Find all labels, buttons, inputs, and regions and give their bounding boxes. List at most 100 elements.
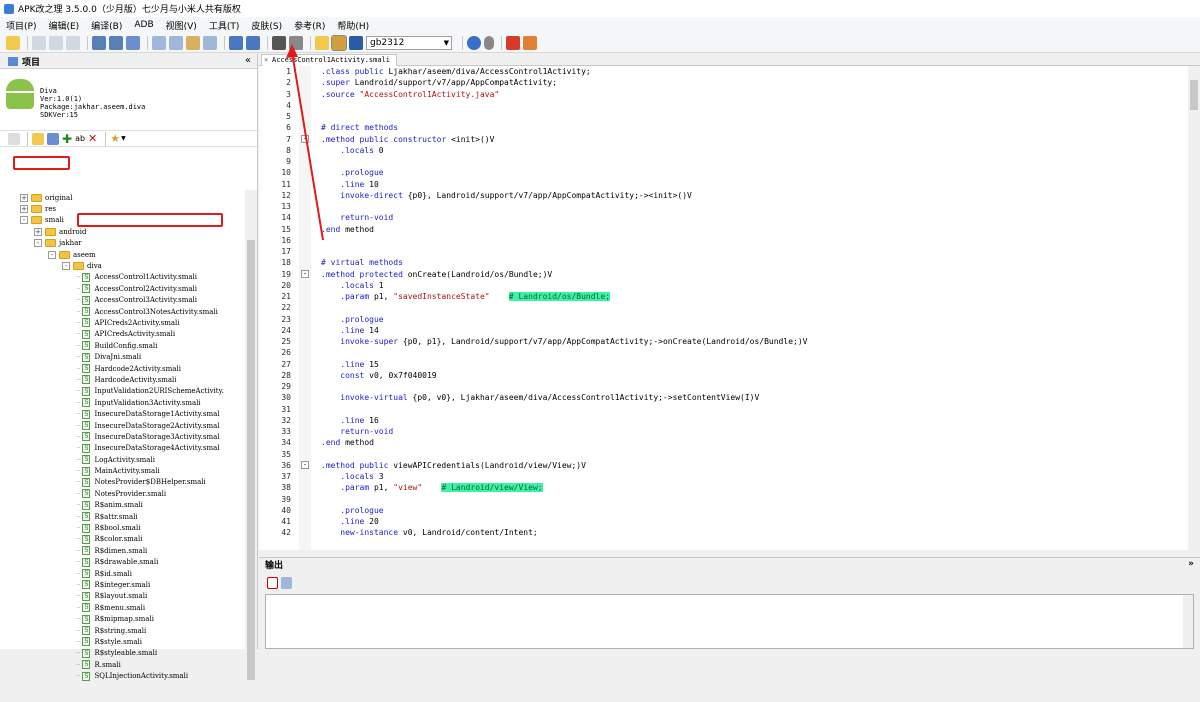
- select-all-icon[interactable]: [203, 35, 217, 50]
- code-line[interactable]: .method public viewAPICredentials(Landro…: [321, 460, 807, 471]
- redo-icon[interactable]: [246, 35, 260, 50]
- menu-item[interactable]: 项目(P): [6, 19, 36, 32]
- code-line[interactable]: const v0, 0x7f040019: [321, 370, 807, 381]
- tree-file[interactable]: ·· S HardcodeActivity.smali: [0, 374, 246, 385]
- tree-file[interactable]: ·· S APICredsActivity.smali: [0, 329, 246, 340]
- tree-file[interactable]: ·· S R$styleable.smali: [0, 648, 246, 659]
- tree-file[interactable]: ·· S DivaJni.smali: [0, 351, 246, 362]
- close-tab-icon[interactable]: ×: [264, 55, 268, 66]
- code-line[interactable]: .prologue: [321, 505, 807, 516]
- code-line[interactable]: .class public Ljakhar/aseem/diva/AccessC…: [321, 66, 807, 77]
- menu-item[interactable]: 皮肤(S): [251, 19, 282, 32]
- code-line[interactable]: [321, 381, 807, 392]
- menu-item[interactable]: 编译(B): [91, 19, 122, 32]
- chevron-down-icon[interactable]: ▼: [121, 135, 126, 142]
- expand-icon[interactable]: +: [34, 227, 42, 236]
- tree-file[interactable]: ·· S R$id.smali: [0, 568, 246, 579]
- find-icon[interactable]: [272, 35, 286, 50]
- code-line[interactable]: [321, 111, 807, 122]
- code-line[interactable]: .line 20: [321, 516, 807, 527]
- add-icon[interactable]: ✚: [62, 132, 72, 146]
- collapse-icon[interactable]: -: [48, 250, 56, 259]
- tree-file[interactable]: ·· S InsecureDataStorage1Activity.smal: [0, 408, 246, 419]
- menu-item[interactable]: 帮助(H): [337, 19, 369, 32]
- code-line[interactable]: .locals 0: [321, 145, 807, 156]
- collapse-output-icon[interactable]: »: [1188, 559, 1194, 569]
- fold-collapse-icon[interactable]: -: [301, 135, 309, 143]
- menu-item[interactable]: ADB: [134, 20, 153, 30]
- tree-file[interactable]: ·· S InputValidation3Activity.smali: [0, 397, 246, 408]
- code-line[interactable]: [321, 156, 807, 167]
- rename-icon[interactable]: ab: [75, 134, 85, 143]
- code-line[interactable]: [321, 201, 807, 212]
- open-folder-icon[interactable]: [6, 35, 20, 50]
- fold-margin[interactable]: - - -: [299, 66, 311, 550]
- code-line[interactable]: [321, 347, 807, 358]
- sign-icon[interactable]: [349, 35, 363, 50]
- cut-icon[interactable]: [169, 35, 183, 50]
- tab-access-control1[interactable]: × AccessControl1Activity.smali: [261, 54, 398, 66]
- tree-file[interactable]: ·· S R$string.smali: [0, 625, 246, 636]
- code-line[interactable]: invoke-virtual {p0, v0}, Ljakhar/aseem/d…: [321, 392, 807, 403]
- tree-file[interactable]: ·· S R$integer.smali: [0, 579, 246, 590]
- code-line[interactable]: .end method: [321, 224, 807, 235]
- code-line[interactable]: .line 14: [321, 325, 807, 336]
- help-icon[interactable]: [467, 35, 481, 50]
- expand-icon[interactable]: +: [20, 193, 28, 202]
- tree-file[interactable]: ·· S AccessControl2Activity.smali: [0, 283, 246, 294]
- code-line[interactable]: invoke-super {p0, p1}, Landroid/support/…: [321, 336, 807, 347]
- tree-file[interactable]: ·· S Hardcode2Activity.smali: [0, 363, 246, 374]
- tree-folder[interactable]: + original: [0, 192, 246, 203]
- new-project-icon[interactable]: [32, 35, 46, 50]
- undo-icon[interactable]: [229, 35, 243, 50]
- tree-file[interactable]: ·· S NotesProvider.smali: [0, 488, 246, 499]
- tree-file[interactable]: ·· S LogActivity.smali: [0, 454, 246, 465]
- code-line[interactable]: [321, 235, 807, 246]
- code-line[interactable]: .locals 3: [321, 471, 807, 482]
- code-line[interactable]: .locals 1: [321, 280, 807, 291]
- tree-file[interactable]: ·· S AccessControl3NotesActivity.smali: [0, 306, 246, 317]
- close-project-icon[interactable]: [49, 35, 63, 50]
- tree-file[interactable]: ·· S R$drawable.smali: [0, 557, 246, 568]
- code-line[interactable]: .line 15: [321, 359, 807, 370]
- tree-file[interactable]: ·· S R$anim.smali: [0, 500, 246, 511]
- tree-file[interactable]: ·· S InputValidation2URISchemeActivity.: [0, 386, 246, 397]
- code-line[interactable]: .method protected onCreate(Landroid/os/B…: [321, 269, 807, 280]
- weibo-icon[interactable]: [506, 35, 520, 50]
- save-icon[interactable]: [92, 35, 106, 50]
- code-line[interactable]: [321, 246, 807, 257]
- expand-icon[interactable]: +: [20, 205, 28, 214]
- tree-vertical-scrollbar[interactable]: [245, 190, 257, 702]
- fold-collapse-icon[interactable]: -: [301, 461, 309, 470]
- microphone-icon[interactable]: [484, 35, 494, 50]
- encoding-select[interactable]: gb2312 ▼: [366, 35, 452, 50]
- export-icon[interactable]: [47, 132, 59, 145]
- tree-folder[interactable]: - diva: [0, 260, 246, 271]
- code-content[interactable]: .class public Ljakhar/aseem/diva/AccessC…: [321, 66, 807, 539]
- code-line[interactable]: return-void: [321, 426, 807, 437]
- code-line[interactable]: .source "AccessControl1Activity.java": [321, 89, 807, 100]
- output-area[interactable]: [265, 594, 1194, 649]
- code-line[interactable]: .line 16: [321, 415, 807, 426]
- find-replace-icon[interactable]: [289, 35, 303, 50]
- tree-file[interactable]: ·· S R$color.smali: [0, 534, 246, 545]
- clear-output-icon[interactable]: [267, 577, 278, 589]
- code-line[interactable]: # direct methods: [321, 122, 807, 133]
- code-line[interactable]: .line 10: [321, 179, 807, 190]
- collapse-panel-icon[interactable]: «: [245, 55, 251, 66]
- tree-file[interactable]: ·· S BuildConfig.smali: [0, 340, 246, 351]
- delete-icon[interactable]: ✕: [88, 132, 97, 145]
- tree-folder[interactable]: + android: [0, 226, 246, 237]
- menu-item[interactable]: 参考(R): [294, 19, 325, 32]
- code-line[interactable]: [321, 302, 807, 313]
- code-line[interactable]: # virtual methods: [321, 257, 807, 268]
- code-line[interactable]: [321, 494, 807, 505]
- tree-file[interactable]: ·· S R$attr.smali: [0, 511, 246, 522]
- code-line[interactable]: [321, 100, 807, 111]
- tree-file[interactable]: ·· S R$layout.smali: [0, 591, 246, 602]
- code-line[interactable]: .prologue: [321, 314, 807, 325]
- copy-output-icon[interactable]: [281, 577, 292, 589]
- tree-file[interactable]: ·· S InsecureDataStorage4Activity.smal: [0, 443, 246, 454]
- code-line[interactable]: [321, 449, 807, 460]
- tree-file[interactable]: ·· S R$menu.smali: [0, 602, 246, 613]
